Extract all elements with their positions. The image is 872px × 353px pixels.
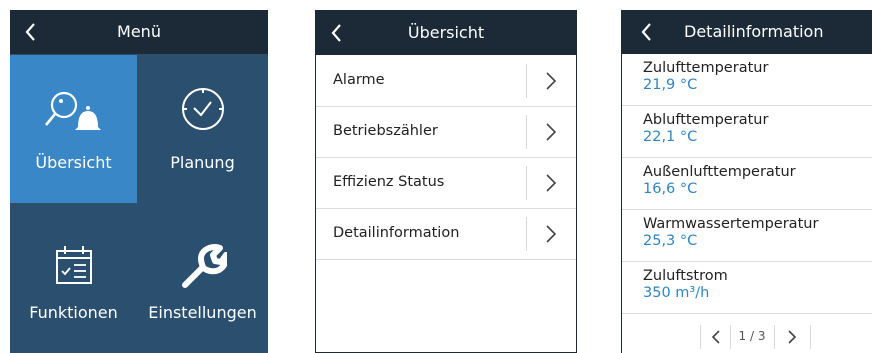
next-page-icon[interactable]: [780, 324, 804, 350]
menu-screen: Menü Übersicht Planung Funktionen Einste…: [10, 10, 268, 353]
detail-screen: Detailinformation Zulufttemperatur 21,9 …: [621, 10, 872, 353]
pagination: 1 / 3: [622, 321, 872, 353]
list-item: Außenlufttemperatur 16,6 °C: [622, 158, 872, 210]
tile-planung[interactable]: Planung: [139, 55, 266, 203]
tile-label: Planung: [170, 153, 235, 172]
overview-title: Übersicht: [407, 23, 485, 42]
overview-header: Übersicht: [316, 11, 576, 55]
item-value: 350 m³/h: [643, 285, 710, 301]
list-item-detailinformation[interactable]: Detailinformation: [316, 209, 576, 260]
menu-header: Menü: [10, 10, 268, 54]
item-value: 21,9 °C: [643, 77, 698, 93]
chevron-right-icon: [546, 174, 557, 192]
overview-screen: Übersicht Alarme Betriebszähler Effizien…: [315, 10, 577, 353]
item-label: Zulufttemperatur: [643, 60, 769, 76]
divider: [774, 325, 775, 349]
chevron-right-icon: [546, 123, 557, 141]
item-value: 22,1 °C: [643, 129, 698, 145]
list-item: Warmwassertemperatur 25,3 °C: [622, 210, 872, 262]
menu-title: Menü: [117, 22, 161, 41]
list-item-effizienz-status[interactable]: Effizienz Status: [316, 158, 576, 209]
clock-icon: [182, 88, 224, 130]
item-label: Zuluftstrom: [643, 268, 728, 284]
back-chevron-icon[interactable]: [634, 19, 660, 45]
calendar-list-icon: [56, 246, 92, 284]
divider: [526, 115, 527, 149]
list-item-label: Effizienz Status: [333, 174, 445, 190]
divider: [700, 325, 701, 349]
list-item: Zulufttemperatur 21,9 °C: [622, 54, 872, 106]
item-value: 16,6 °C: [643, 181, 698, 197]
tile-label: Übersicht: [35, 153, 112, 172]
divider: [730, 325, 731, 349]
list-item-label: Alarme: [333, 72, 385, 88]
tile-uebersicht[interactable]: Übersicht: [10, 55, 137, 203]
tile-label: Funktionen: [29, 303, 118, 322]
item-value: 25,3 °C: [643, 233, 698, 249]
item-label: Ablufttemperatur: [643, 112, 769, 128]
list-item: Ablufttemperatur 22,1 °C: [622, 106, 872, 158]
tile-label: Einstellungen: [148, 303, 257, 322]
list-item: Zuluftstrom 350 m³/h: [622, 262, 872, 314]
tile-funktionen[interactable]: Funktionen: [10, 205, 137, 353]
divider: [526, 217, 527, 251]
chevron-right-icon: [546, 72, 557, 90]
list-item-label: Betriebszähler: [333, 123, 438, 139]
search-bell-icon: [44, 91, 101, 130]
page-indicator: 1 / 3: [738, 329, 766, 343]
list-item-alarme[interactable]: Alarme: [316, 56, 576, 107]
divider: [810, 325, 811, 349]
chevron-right-icon: [546, 225, 557, 243]
item-label: Außenlufttemperatur: [643, 164, 796, 180]
divider: [526, 166, 527, 200]
divider: [526, 64, 527, 98]
item-label: Warmwassertemperatur: [643, 216, 819, 232]
detail-header: Detailinformation: [622, 10, 872, 54]
detail-title: Detailinformation: [684, 22, 824, 41]
list-item-label: Detailinformation: [333, 225, 460, 241]
list-item-betriebszaehler[interactable]: Betriebszähler: [316, 107, 576, 158]
wrench-icon: [182, 244, 227, 288]
tile-einstellungen[interactable]: Einstellungen: [139, 205, 266, 353]
previous-page-icon[interactable]: [704, 324, 728, 350]
